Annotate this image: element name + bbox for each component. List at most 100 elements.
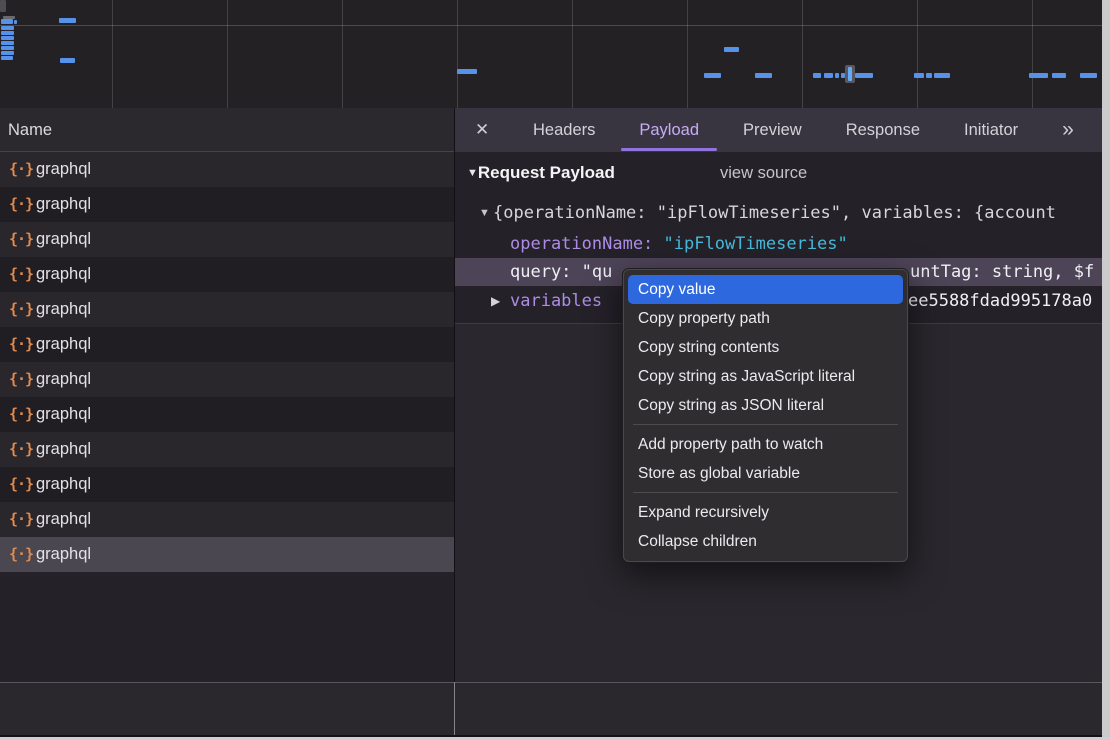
request-row[interactable]: {·}graphql [0, 292, 454, 327]
request-timing-bar [855, 73, 873, 78]
payload-root-preview: {operationName: "ipFlowTimeseries", vari… [493, 200, 1056, 226]
menu-separator [633, 424, 898, 425]
request-row[interactable]: {·}graphql [0, 187, 454, 222]
request-rows: {·}graphql{·}graphql{·}graphql{·}graphql… [0, 152, 454, 572]
variables-value-right-fragment: ee5588fdad995178a0 [908, 288, 1092, 314]
request-timing-bar [1, 51, 14, 55]
query-value-right-fragment: untTag: string, $f [910, 258, 1094, 286]
devtools-network-panel: Name {·}graphql{·}graphql{·}graphql{·}gr… [0, 0, 1102, 737]
tab-initiator[interactable]: Initiator [964, 121, 1018, 140]
request-list-panel: Name {·}graphql{·}graphql{·}graphql{·}gr… [0, 108, 454, 682]
request-row[interactable]: {·}graphql [0, 327, 454, 362]
timeline-gridline [802, 0, 803, 108]
more-tabs-chevron-icon[interactable]: » [1062, 108, 1072, 152]
request-timing-bar [1, 26, 14, 30]
timeline-gridline [227, 0, 228, 108]
json-braces-icon: {·} [9, 327, 33, 362]
request-timing-bar [60, 58, 75, 63]
request-row[interactable]: {·}graphql [0, 397, 454, 432]
footer-divider [454, 682, 455, 735]
summary-footer [0, 682, 1102, 735]
timeline-gridline [342, 0, 343, 108]
query-value-left-fragment: query: "qu [510, 258, 612, 286]
json-braces-icon: {·} [9, 467, 33, 502]
json-braces-icon: {·} [9, 222, 33, 257]
panel-split-divider[interactable] [454, 108, 455, 682]
request-name-label: graphql [36, 432, 91, 467]
request-payload-header[interactable]: ▼Request Payload view source [467, 160, 1102, 186]
request-row[interactable]: {·}graphql [0, 222, 454, 257]
request-row[interactable]: {·}graphql [0, 467, 454, 502]
screenshot-edge [1102, 0, 1110, 740]
timeline-gridline [112, 0, 113, 108]
request-row[interactable]: {·}graphql [0, 537, 454, 572]
selected-request-marker-bar [848, 67, 852, 81]
request-timing-bar [1080, 73, 1097, 78]
menu-item-store-as-global-variable[interactable]: Store as global variable [628, 459, 903, 488]
timeline-gridline [687, 0, 688, 108]
json-braces-icon: {·} [9, 292, 33, 327]
json-braces-icon: {·} [9, 502, 33, 537]
collapse-triangle-icon[interactable]: ▼ [479, 200, 490, 226]
request-name-label: graphql [36, 187, 91, 222]
request-timing-bar [1, 56, 13, 60]
timeline-gridline [572, 0, 573, 108]
menu-item-expand-recursively[interactable]: Expand recursively [628, 498, 903, 527]
request-timing-bar [755, 73, 772, 78]
request-row[interactable]: {·}graphql [0, 152, 454, 187]
menu-item-copy-string-as-json-literal[interactable]: Copy string as JSON literal [628, 391, 903, 420]
request-timing-bar [1, 41, 14, 45]
request-timing-bar [0, 0, 6, 12]
payload-root-row[interactable]: ▼ {operationName: "ipFlowTimeseries", va… [455, 200, 1102, 226]
request-timing-bar [457, 69, 477, 74]
request-row[interactable]: {·}graphql [0, 432, 454, 467]
request-timing-bar [1, 46, 14, 50]
close-icon[interactable]: ✕ [475, 120, 489, 140]
request-payload-title: Request Payload [478, 163, 615, 182]
collapse-triangle-icon[interactable]: ▼ [467, 167, 478, 179]
name-column-header[interactable]: Name [0, 108, 454, 152]
detail-tabbar: ✕ Headers Payload Preview Response Initiator » [455, 108, 1102, 152]
request-timing-bar [704, 73, 721, 78]
request-timing-bar [1, 36, 14, 40]
network-overview-timeline[interactable] [0, 0, 1102, 108]
request-row[interactable]: {·}graphql [0, 362, 454, 397]
menu-item-copy-string-contents[interactable]: Copy string contents [628, 333, 903, 362]
tab-headers[interactable]: Headers [533, 121, 595, 140]
request-row[interactable]: {·}graphql [0, 502, 454, 537]
tab-response[interactable]: Response [846, 121, 920, 140]
request-timing-bar [835, 73, 839, 78]
request-name-label: graphql [36, 397, 91, 432]
json-braces-icon: {·} [9, 362, 33, 397]
request-timing-bar [926, 73, 932, 78]
request-timing-bar [1029, 73, 1048, 78]
request-timing-bar [59, 18, 76, 23]
request-timing-bar [824, 73, 833, 78]
menu-item-copy-string-as-javascript-literal[interactable]: Copy string as JavaScript literal [628, 362, 903, 391]
devtools-screenshot: Name {·}graphql{·}graphql{·}graphql{·}gr… [0, 0, 1110, 740]
menu-item-copy-property-path[interactable]: Copy property path [628, 304, 903, 333]
request-name-label: graphql [36, 537, 91, 572]
request-row[interactable]: {·}graphql [0, 257, 454, 292]
tab-preview[interactable]: Preview [743, 121, 802, 140]
request-name-label: graphql [36, 292, 91, 327]
json-braces-icon: {·} [9, 432, 33, 467]
request-timing-bar [724, 47, 739, 52]
menu-item-copy-value[interactable]: Copy value [628, 275, 903, 304]
expand-triangle-icon[interactable]: ▶ [491, 288, 500, 314]
view-source-link[interactable]: view source [720, 160, 807, 186]
json-braces-icon: {·} [9, 187, 33, 222]
request-name-label: graphql [36, 257, 91, 292]
menu-item-collapse-children[interactable]: Collapse children [628, 527, 903, 556]
request-name-label: graphql [36, 327, 91, 362]
request-timing-bar [14, 20, 17, 24]
property-value: "ipFlowTimeseries" [664, 234, 848, 254]
timeline-gridline [457, 0, 458, 108]
tab-payload[interactable]: Payload [639, 121, 699, 140]
request-timing-bar [914, 73, 924, 78]
property-key: variables [510, 288, 602, 314]
menu-item-add-property-path-to-watch[interactable]: Add property path to watch [628, 430, 903, 459]
timeline-gridline [917, 0, 918, 108]
payload-operationname-row[interactable]: operationName: "ipFlowTimeseries" [455, 231, 1102, 257]
json-braces-icon: {·} [9, 152, 33, 187]
